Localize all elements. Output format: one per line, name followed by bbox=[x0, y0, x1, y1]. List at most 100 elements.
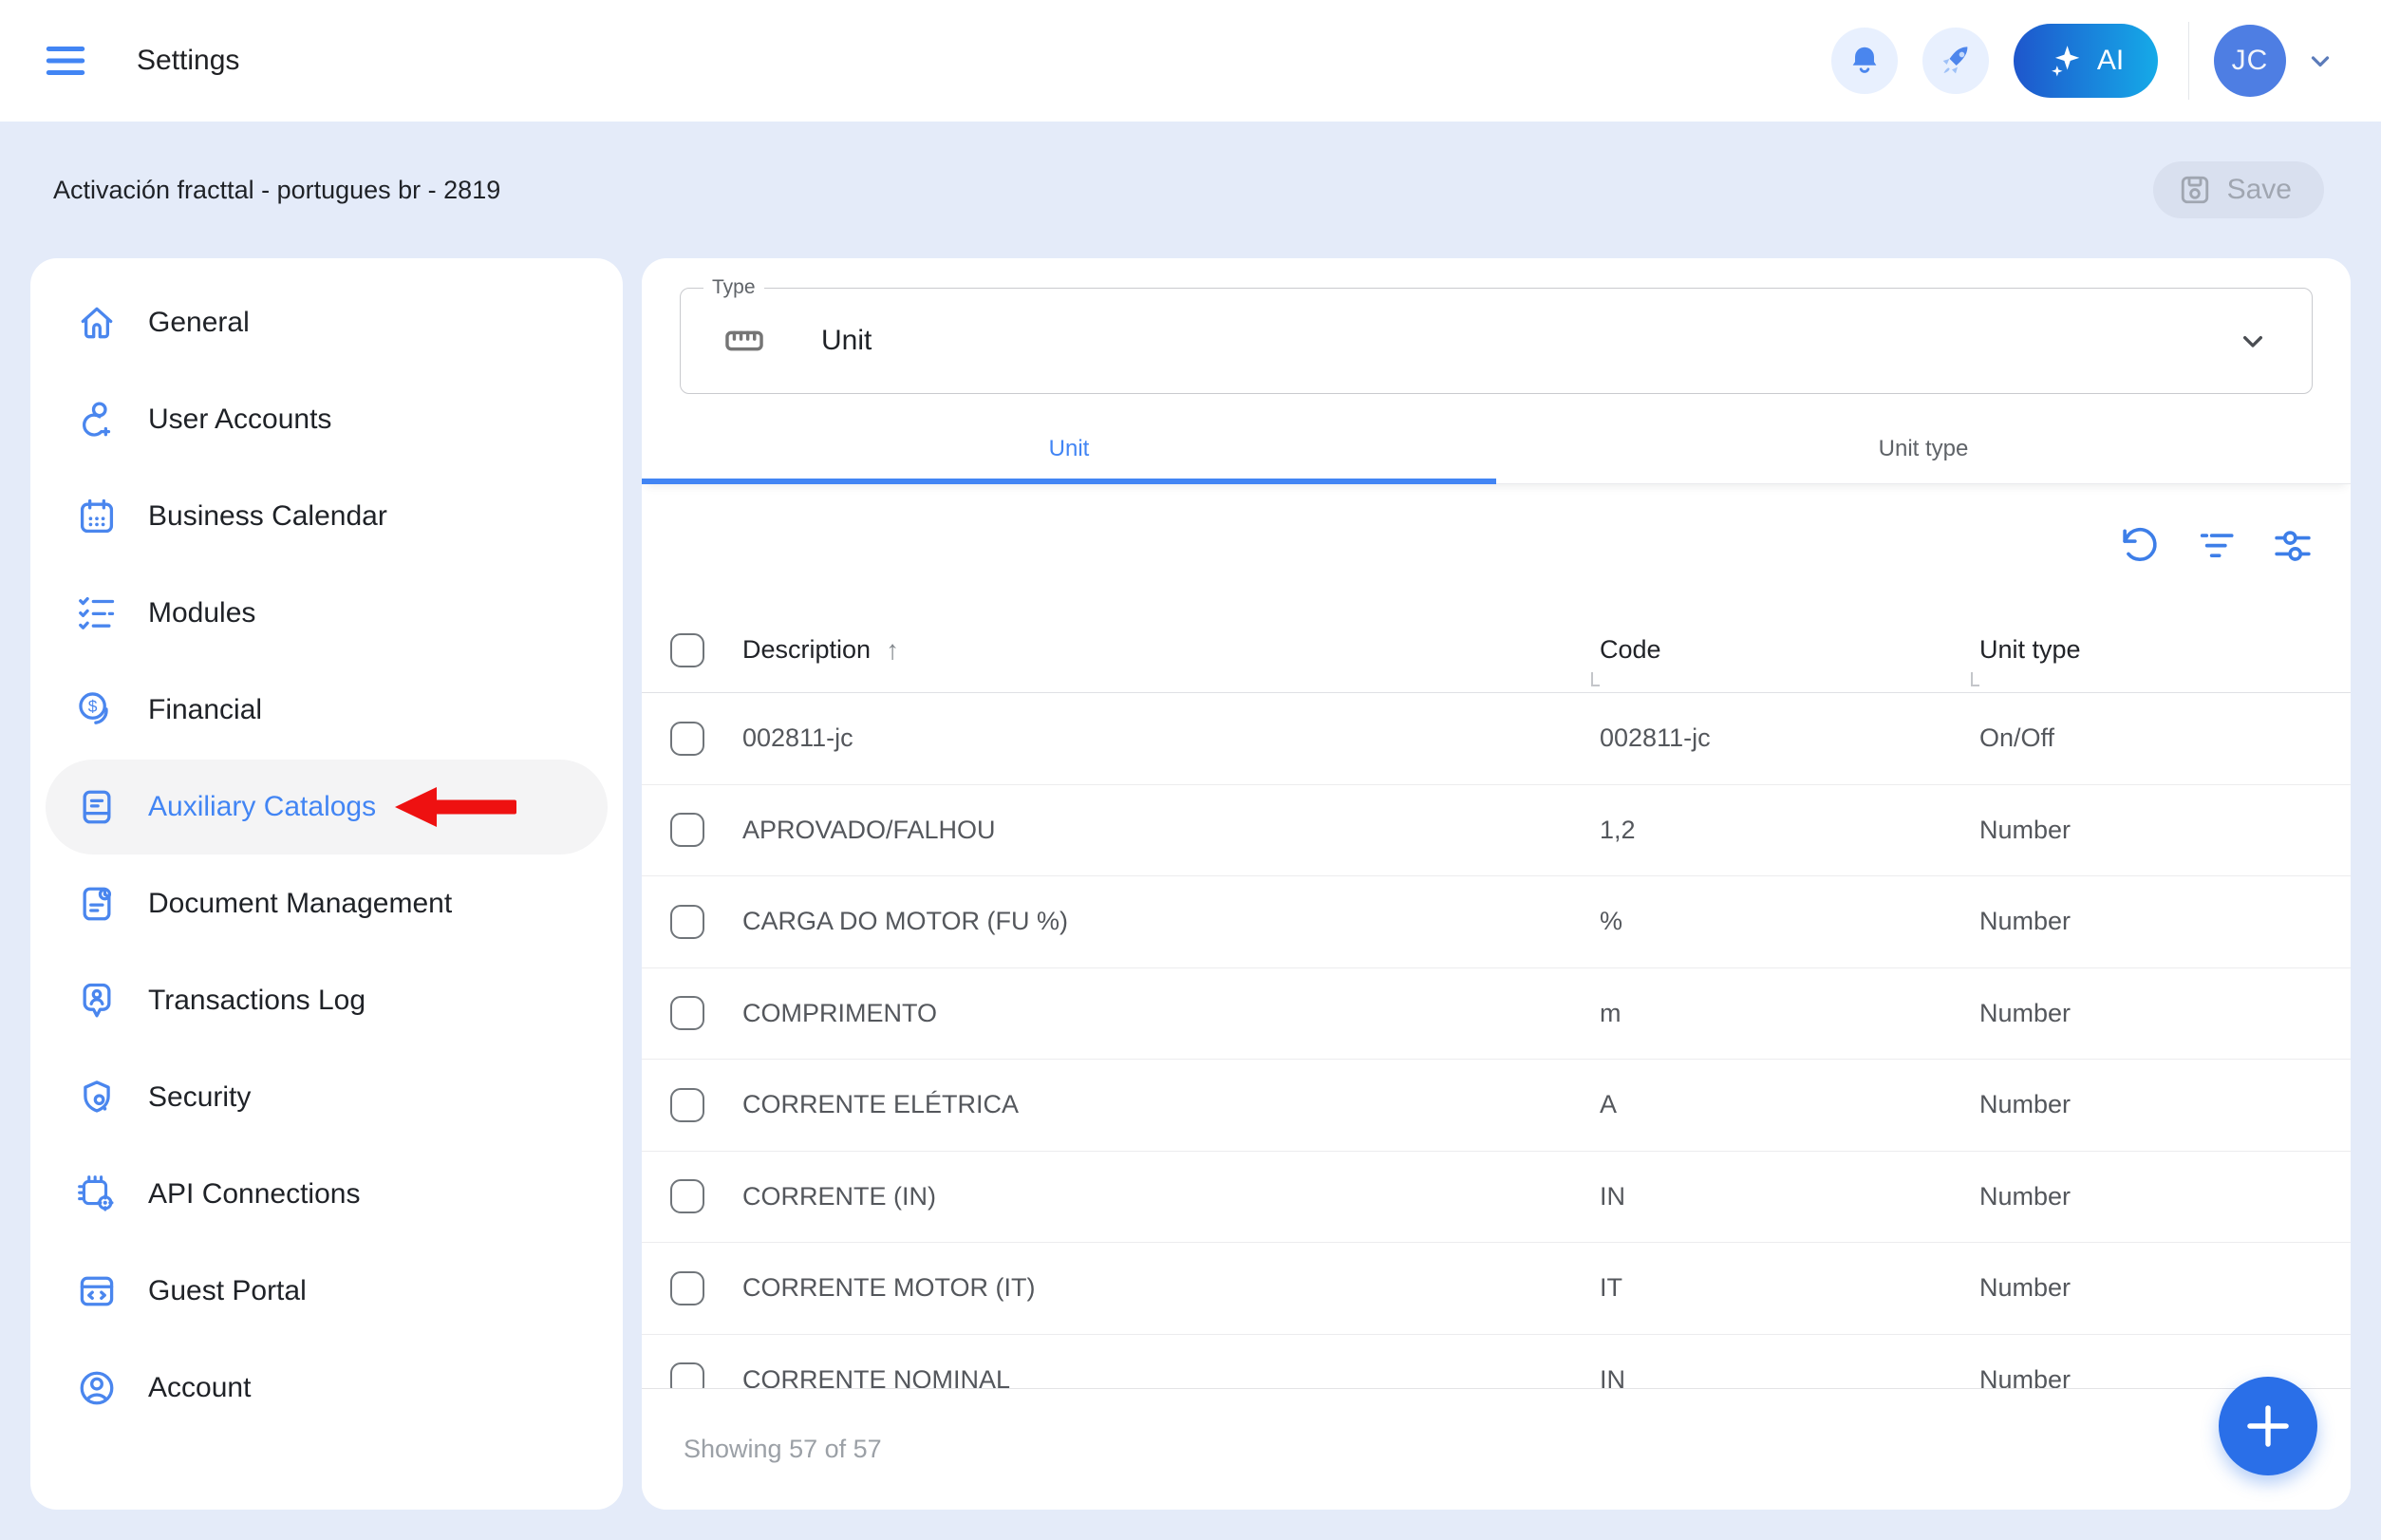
row-checkbox[interactable] bbox=[670, 1362, 704, 1388]
sidebar-item-user-accounts[interactable]: User Accounts bbox=[46, 372, 608, 467]
home-icon bbox=[76, 302, 118, 344]
cell-code: IN bbox=[1600, 1365, 1979, 1388]
row-checkbox[interactable] bbox=[670, 905, 704, 939]
add-unit-fab[interactable] bbox=[2219, 1377, 2317, 1475]
table-row[interactable]: APROVADO/FALHOU 1,2 Number bbox=[642, 785, 2351, 877]
cell-unit-type: Number bbox=[1979, 907, 2351, 936]
column-header-label: Code bbox=[1600, 635, 1661, 665]
table-row[interactable]: COMPRIMENTO m Number bbox=[642, 968, 2351, 1061]
sidebar-item-label: API Connections bbox=[148, 1178, 360, 1211]
cell-unit-type: Number bbox=[1979, 999, 2351, 1028]
cell-description: CORRENTE NOMINAL bbox=[742, 1365, 1600, 1388]
type-select[interactable]: Type Unit bbox=[680, 288, 2313, 394]
user-menu-button[interactable]: JC bbox=[2214, 25, 2337, 97]
appbar-divider bbox=[2188, 22, 2189, 100]
cell-code: % bbox=[1600, 907, 1979, 936]
type-select-value: Unit bbox=[821, 325, 2234, 357]
sidebar-item-general[interactable]: General bbox=[46, 275, 608, 370]
floppy-disk-icon bbox=[2178, 173, 2212, 207]
chevron-down-icon bbox=[2303, 44, 2337, 78]
column-header-code[interactable]: Code bbox=[1600, 635, 1979, 665]
browser-code-icon bbox=[76, 1270, 118, 1312]
row-checkbox[interactable] bbox=[670, 1271, 704, 1305]
active-tab-indicator bbox=[642, 479, 1496, 484]
sidebar-item-document-management[interactable]: Document Management bbox=[46, 856, 608, 951]
filter-button[interactable] bbox=[2195, 524, 2239, 568]
column-resize-handle[interactable] bbox=[1971, 672, 1979, 686]
sidebar-item-label: Modules bbox=[148, 597, 255, 629]
row-count-status: Showing 57 of 57 bbox=[684, 1435, 882, 1464]
column-header-label: Description bbox=[742, 635, 871, 665]
row-checkbox[interactable] bbox=[670, 996, 704, 1030]
sidebar-item-label: Business Calendar bbox=[148, 500, 387, 533]
rocket-icon bbox=[1937, 42, 1975, 80]
sidebar-item-modules[interactable]: Modules bbox=[46, 566, 608, 661]
hamburger-icon bbox=[36, 37, 95, 85]
catalog-book-icon bbox=[76, 786, 118, 828]
cell-code: m bbox=[1600, 999, 1979, 1028]
table-toolbar bbox=[642, 484, 2351, 608]
cell-description: APROVADO/FALHOU bbox=[742, 816, 1600, 845]
sidebar-item-security[interactable]: Security bbox=[46, 1050, 608, 1145]
shield-icon bbox=[76, 1077, 118, 1118]
sidebar-item-label: Security bbox=[148, 1081, 251, 1114]
ruler-icon bbox=[722, 319, 766, 363]
auxiliary-catalogs-panel: Type Unit Unit Unit type bbox=[642, 258, 2351, 1510]
table-row[interactable]: CORRENTE MOTOR (IT) IT Number bbox=[642, 1243, 2351, 1335]
sidebar-item-label: General bbox=[148, 307, 250, 339]
select-all-checkbox[interactable] bbox=[670, 633, 704, 667]
tab-unit[interactable]: Unit bbox=[642, 414, 1496, 483]
table-row[interactable]: CORRENTE ELÉTRICA A Number bbox=[642, 1060, 2351, 1152]
red-arrow-annotation bbox=[395, 782, 516, 832]
sidebar-item-guest-portal[interactable]: Guest Portal bbox=[46, 1244, 608, 1339]
cell-code: 1,2 bbox=[1600, 816, 1979, 845]
cell-code: 002811-jc bbox=[1600, 723, 1979, 753]
sidebar-item-transactions-log[interactable]: Transactions Log bbox=[46, 953, 608, 1048]
cell-code: IT bbox=[1600, 1273, 1979, 1303]
column-resize-handle[interactable] bbox=[1591, 672, 1600, 686]
table-body: 002811-jc 002811-jc On/Off APROVADO/FALH… bbox=[642, 693, 2351, 1388]
table-row[interactable]: CORRENTE NOMINAL IN Number bbox=[642, 1335, 2351, 1389]
table-header: Description ↑ Code Unit type bbox=[642, 608, 2351, 693]
cell-description: COMPRIMENTO bbox=[742, 999, 1600, 1028]
sparkle-icon bbox=[2048, 43, 2084, 79]
sidebar-item-api-connections[interactable]: API Connections bbox=[46, 1147, 608, 1242]
cell-description: CORRENTE ELÉTRICA bbox=[742, 1090, 1600, 1119]
ai-assistant-button[interactable]: AI bbox=[2014, 24, 2158, 98]
cell-code: IN bbox=[1600, 1182, 1979, 1211]
table-row[interactable]: 002811-jc 002811-jc On/Off bbox=[642, 693, 2351, 785]
sidebar-item-label: User Accounts bbox=[148, 404, 331, 436]
row-checkbox[interactable] bbox=[670, 1179, 704, 1213]
cell-description: CORRENTE MOTOR (IT) bbox=[742, 1273, 1600, 1303]
row-checkbox[interactable] bbox=[670, 813, 704, 847]
content-area: General User Accounts bbox=[0, 258, 2381, 1540]
app-bar: Settings AI bbox=[0, 0, 2381, 122]
chevron-down-icon bbox=[2234, 322, 2272, 360]
document-icon bbox=[76, 883, 118, 925]
sort-ascending-icon: ↑ bbox=[886, 635, 899, 666]
sidebar-item-business-calendar[interactable]: Business Calendar bbox=[46, 469, 608, 564]
tab-unit-type[interactable]: Unit type bbox=[1496, 414, 2351, 483]
menu-button[interactable] bbox=[36, 34, 95, 87]
column-settings-button[interactable] bbox=[2271, 524, 2315, 568]
filter-icon bbox=[2195, 524, 2239, 568]
notifications-button[interactable] bbox=[1831, 28, 1898, 94]
table-row[interactable]: CORRENTE (IN) IN Number bbox=[642, 1152, 2351, 1244]
page-title: Settings bbox=[137, 45, 239, 77]
refresh-button[interactable] bbox=[2119, 524, 2163, 568]
table-row[interactable]: CARGA DO MOTOR (FU %) % Number bbox=[642, 876, 2351, 968]
sidebar-item-financial[interactable]: $ Financial bbox=[46, 663, 608, 758]
column-header-description[interactable]: Description ↑ bbox=[742, 635, 1600, 666]
bell-icon bbox=[1847, 43, 1883, 79]
column-header-unit-type[interactable]: Unit type bbox=[1979, 635, 2351, 665]
cell-unit-type: On/Off bbox=[1979, 723, 2351, 753]
save-button[interactable]: Save bbox=[2153, 161, 2324, 218]
row-checkbox[interactable] bbox=[670, 1088, 704, 1122]
sidebar-item-account[interactable]: Account bbox=[46, 1341, 608, 1436]
sidebar-item-label: Transactions Log bbox=[148, 985, 366, 1017]
sidebar-item-label: Account bbox=[148, 1372, 251, 1404]
table-footer: Showing 57 of 57 bbox=[642, 1388, 2351, 1510]
sidebar-item-auxiliary-catalogs[interactable]: Auxiliary Catalogs bbox=[46, 760, 608, 855]
row-checkbox[interactable] bbox=[670, 722, 704, 756]
whats-new-button[interactable] bbox=[1922, 28, 1989, 94]
